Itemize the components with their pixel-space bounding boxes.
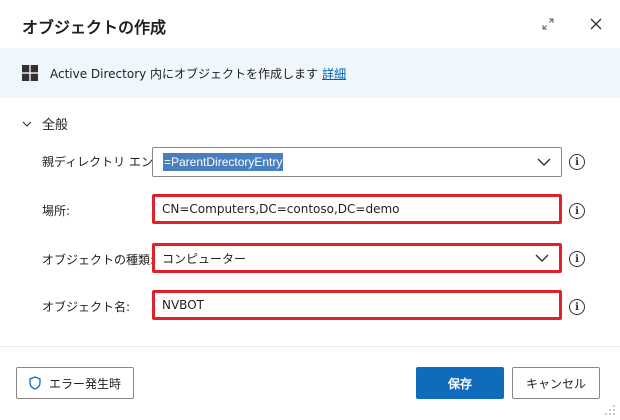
chevron-down-icon [537, 158, 551, 166]
object-name-input[interactable]: NVBOT [152, 290, 562, 320]
dialog-title: オブジェクトの作成 [22, 18, 167, 37]
object-name-label: オブジェクト名: [42, 300, 131, 314]
expand-icon [542, 18, 554, 30]
windows-icon [22, 65, 38, 81]
save-button[interactable]: 保存 [416, 367, 504, 399]
close-icon [590, 18, 602, 30]
parent-entry-value[interactable]: =ParentDirectoryEntry [163, 153, 284, 171]
info-icon[interactable]: i [569, 203, 585, 219]
chevron-down-icon [535, 254, 549, 262]
on-error-label: エラー発生時 [48, 376, 121, 391]
location-value: CN=Computers,DC=contoso,DC=demo [162, 202, 400, 216]
info-icon[interactable]: i [569, 154, 585, 170]
object-type-dropdown[interactable]: コンピューター [152, 243, 562, 273]
cancel-button[interactable]: キャンセル [512, 367, 600, 399]
section-general-label: 全般 [42, 118, 69, 133]
shield-icon [29, 376, 41, 390]
close-button[interactable] [584, 12, 608, 36]
parent-entry-dropdown[interactable]: =ParentDirectoryEntry [152, 147, 562, 177]
chevron-down-icon [22, 121, 32, 127]
footer-divider [0, 346, 620, 347]
banner-description: Active Directory 内にオブジェクトを作成します [50, 67, 319, 81]
expand-button[interactable] [536, 12, 560, 36]
location-label: 場所: [42, 204, 71, 218]
section-general-toggle[interactable]: 全般 [22, 114, 68, 133]
on-error-button[interactable]: エラー発生時 [16, 367, 134, 399]
object-type-value: コンピューター [162, 251, 247, 266]
object-type-label: オブジェクトの種類: [42, 253, 155, 267]
location-input[interactable]: CN=Computers,DC=contoso,DC=demo [152, 194, 562, 224]
info-banner: Active Directory 内にオブジェクトを作成します 詳細 [0, 48, 620, 98]
details-link[interactable]: 詳細 [322, 67, 346, 81]
info-icon[interactable]: i [569, 299, 585, 315]
resize-grip-icon[interactable] [604, 404, 616, 416]
info-icon[interactable]: i [569, 251, 585, 267]
create-object-dialog: オブジェクトの作成 Active Directory 内にオブジェクトを作成しま… [0, 0, 620, 420]
banner-text-wrap: Active Directory 内にオブジェクトを作成します 詳細 [50, 65, 346, 82]
object-name-value: NVBOT [162, 298, 204, 312]
